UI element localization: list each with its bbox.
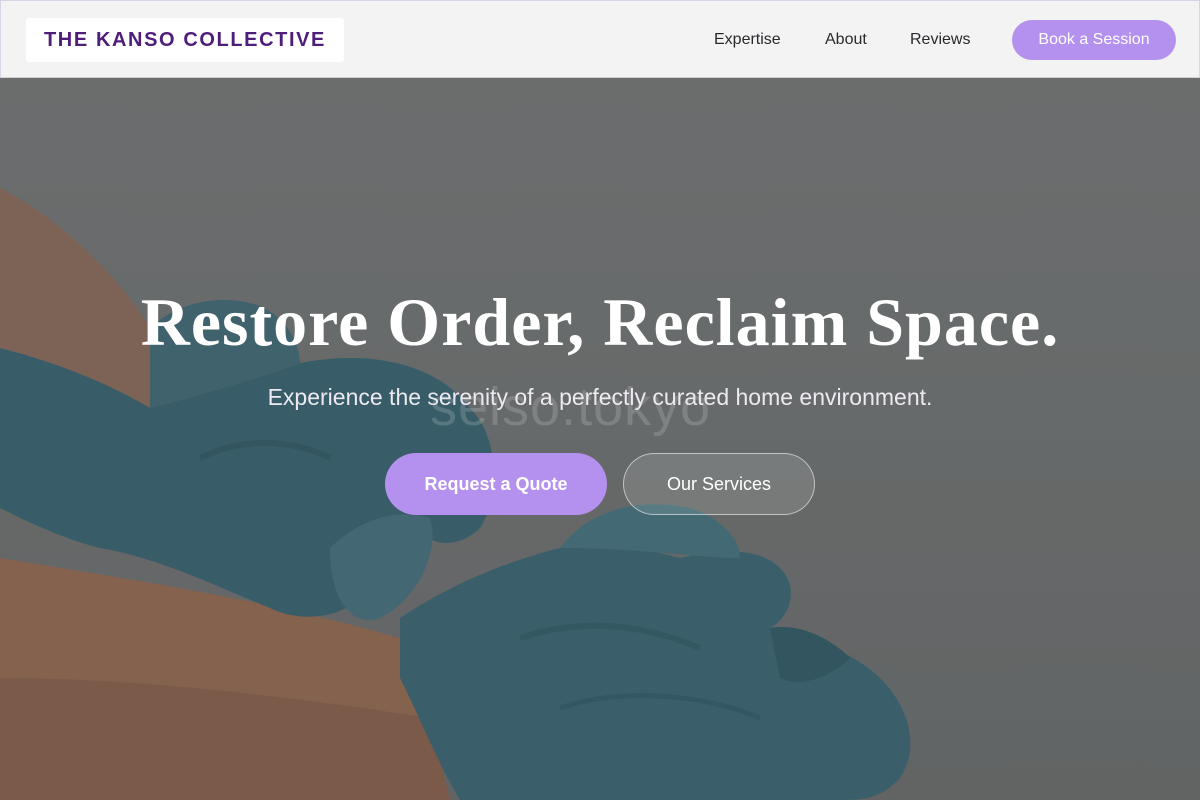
site-header: THE KANSO COLLECTIVE Expertise About Rev… bbox=[0, 0, 1200, 78]
brand-name: THE KANSO COLLECTIVE bbox=[43, 28, 326, 51]
nav-link-reviews[interactable]: Reviews bbox=[910, 29, 970, 51]
nav-link-expertise[interactable]: Expertise bbox=[714, 29, 781, 51]
request-quote-button[interactable]: Request a Quote bbox=[385, 453, 607, 515]
hero-subtitle: Experience the serenity of a perfectly c… bbox=[267, 384, 933, 410]
request-quote-label: Request a Quote bbox=[424, 473, 568, 494]
book-session-label: Book a Session bbox=[1038, 31, 1150, 48]
book-session-button[interactable]: Book a Session bbox=[1012, 20, 1176, 60]
our-services-button[interactable]: Our Services bbox=[623, 453, 815, 515]
brand-logo[interactable]: THE KANSO COLLECTIVE bbox=[26, 18, 344, 62]
hero-section: seiso.tokyo Restore Order, Reclaim Space… bbox=[0, 78, 1200, 800]
our-services-label: Our Services bbox=[666, 473, 772, 494]
nav-link-about[interactable]: About bbox=[825, 29, 867, 51]
hero-overlay bbox=[0, 78, 1200, 800]
hero-title: Restore Order, Reclaim Space. bbox=[140, 284, 1060, 360]
